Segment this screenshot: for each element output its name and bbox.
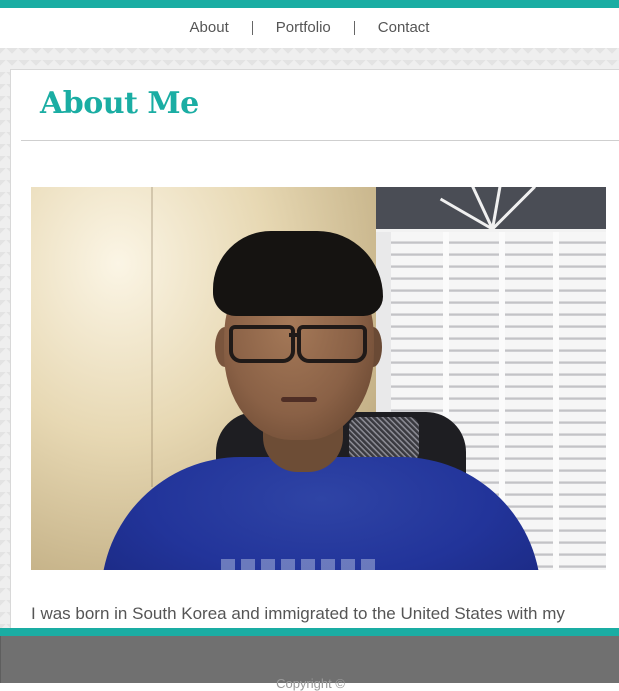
photo-window-arch (376, 187, 606, 232)
nav-link-portfolio[interactable]: Portfolio (251, 20, 354, 35)
photo-shirt-print (221, 559, 381, 570)
photo-chair-mesh (349, 417, 419, 462)
about-section: About Me I was born in South Korea and i… (10, 69, 619, 629)
photo-wall-corner (151, 187, 153, 487)
copyright-text: Copyright © (276, 676, 345, 691)
nav-link-contact[interactable]: Contact (353, 20, 453, 35)
bio-paragraph: I was born in South Korea and immigrated… (31, 604, 565, 623)
footer-accent-bar (0, 628, 619, 636)
photo-hair (213, 231, 383, 316)
title-divider (21, 140, 619, 141)
page-title: About Me (40, 86, 199, 121)
photo-glasses-lens (297, 325, 367, 363)
footer: Copyright © (0, 636, 619, 691)
profile-photo (31, 187, 606, 570)
photo-glasses-lens (229, 325, 295, 363)
photo-shutter (559, 232, 606, 570)
top-accent-bar (0, 0, 619, 8)
main-nav: About Portfolio Contact (0, 8, 619, 48)
photo-glasses-bridge (289, 333, 299, 337)
photo-mouth (281, 397, 317, 402)
nav-link-about[interactable]: About (167, 20, 252, 35)
